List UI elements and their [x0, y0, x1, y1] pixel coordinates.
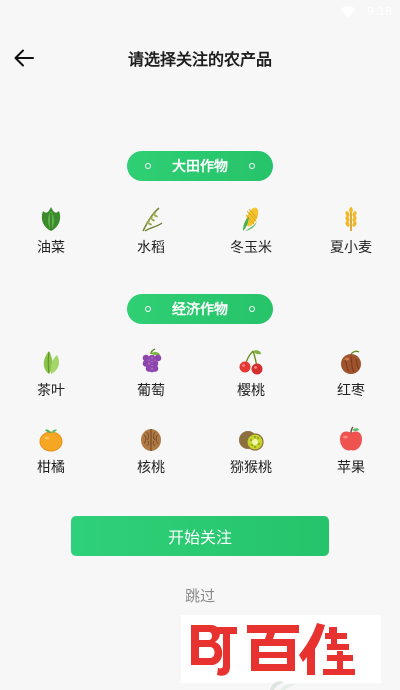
crop-item-rapeseed[interactable]: 油菜: [21, 205, 81, 265]
header: 请选择关注的农产品: [0, 38, 400, 78]
rapeseed-icon: [41, 207, 61, 231]
status-time: 9:18: [367, 5, 392, 18]
crop-label: 红枣: [337, 383, 365, 399]
section-title-text: 大田作物: [172, 159, 228, 175]
crop-label: 水稻: [137, 240, 165, 256]
crop-label: 苹果: [337, 460, 365, 476]
crop-item-rice[interactable]: 水稻: [121, 205, 181, 265]
crop-item-apple[interactable]: 苹果: [321, 425, 381, 485]
grape-icon: [142, 348, 162, 373]
crop-label: 茶叶: [37, 383, 65, 399]
crop-label: 猕猴桃: [230, 460, 272, 476]
section-title-cash-crops: 经济作物: [127, 294, 273, 324]
crop-label: 樱桃: [237, 383, 265, 399]
crop-item-wheat[interactable]: 夏小麦: [321, 205, 381, 265]
cherry-icon: [239, 350, 263, 375]
kiwi-icon: [239, 431, 264, 451]
crop-label: 油菜: [37, 240, 65, 256]
crop-item-corn[interactable]: 冬玉米: [221, 205, 281, 265]
corn-icon: [243, 207, 259, 231]
watermark-logo: [181, 615, 381, 683]
status-bar: 9:18: [0, 0, 400, 26]
walnut-icon: [141, 429, 161, 451]
dot-icon: [249, 306, 255, 312]
apple-icon: [340, 426, 362, 451]
skip-link[interactable]: 跳过: [0, 585, 400, 606]
sprout-decoration-icon: [270, 681, 296, 690]
crop-row-cash-1: 茶叶 葡萄 樱桃 红枣: [0, 348, 400, 408]
crop-item-cherry[interactable]: 樱桃: [221, 348, 281, 408]
crop-item-kiwi[interactable]: 猕猴桃: [221, 425, 281, 485]
baijia-logo-icon: [191, 623, 355, 676]
crop-item-jujube[interactable]: 红枣: [321, 348, 381, 408]
section-title-field-crops: 大田作物: [127, 151, 273, 181]
crop-item-orange[interactable]: 柑橘: [21, 425, 81, 485]
dot-icon: [249, 163, 255, 169]
crop-label: 葡萄: [137, 383, 165, 399]
section-title-text: 经济作物: [172, 302, 228, 318]
page-title: 请选择关注的农产品: [127, 50, 272, 69]
crop-label: 冬玉米: [230, 240, 272, 256]
crop-label: 柑橘: [37, 460, 65, 476]
crop-row-cash-2: 柑橘 核桃 猕猴桃 苹果: [0, 425, 400, 485]
crop-label: 核桃: [137, 460, 165, 476]
start-follow-button[interactable]: 开始关注: [71, 516, 329, 556]
crop-row-field: 油菜 水稻 冬玉米 夏小麦: [0, 205, 400, 265]
jujube-icon: [341, 350, 361, 374]
wheat-icon: [345, 207, 357, 231]
crop-label: 夏小麦: [330, 240, 372, 256]
rice-icon: [142, 207, 163, 232]
crop-item-grape[interactable]: 葡萄: [121, 348, 181, 408]
dot-icon: [145, 306, 151, 312]
crop-item-tea[interactable]: 茶叶: [21, 348, 81, 408]
dot-icon: [145, 163, 151, 169]
tea-icon: [43, 351, 59, 374]
orange-icon: [39, 429, 63, 452]
wifi-icon: [340, 6, 356, 18]
crop-item-walnut[interactable]: 核桃: [121, 425, 181, 485]
